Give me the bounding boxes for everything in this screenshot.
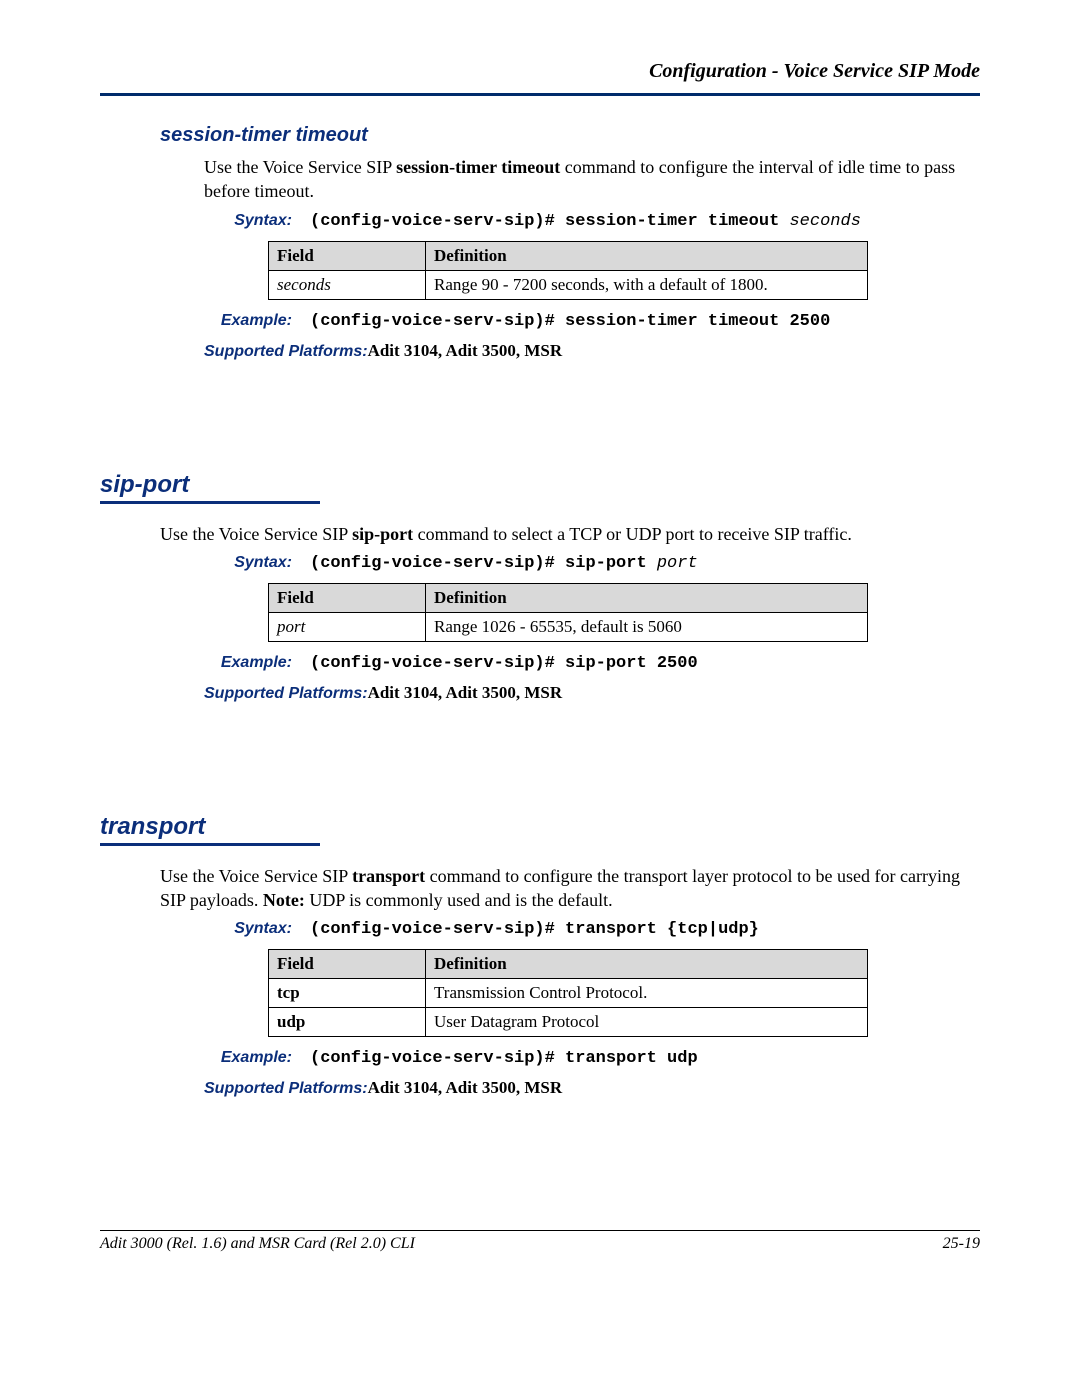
command-text: (config-voice-serv-sip)# session-timer t… xyxy=(310,212,789,231)
example-command: (config-voice-serv-sip)# sip-port 2500 xyxy=(310,654,698,673)
table-header-definition: Definition xyxy=(426,950,868,979)
section-title-sip-port: sip-port xyxy=(100,471,980,499)
platforms-value: Adit 3104, Adit 3500, MSR xyxy=(368,1078,563,1097)
table-header-definition: Definition xyxy=(426,241,868,270)
section-transport: transport Use the Voice Service SIP tran… xyxy=(100,813,980,1099)
table-row: tcp Transmission Control Protocol. xyxy=(269,979,868,1008)
sip-port-description: Use the Voice Service SIP sip-port comma… xyxy=(160,522,980,546)
table-header-field: Field xyxy=(269,583,426,612)
command-arg: port xyxy=(657,554,698,573)
platforms-label: Supported Platforms: xyxy=(204,685,368,703)
syntax-command: (config-voice-serv-sip)# sip-port port xyxy=(310,554,698,573)
subsection-title-session-timer: session-timer timeout xyxy=(160,124,980,147)
table-row: port Range 1026 - 65535, default is 5060 xyxy=(269,612,868,641)
example-label: Example: xyxy=(204,1049,292,1067)
page: Configuration - Voice Service SIP Mode s… xyxy=(0,0,1080,1297)
example-command: (config-voice-serv-sip)# transport udp xyxy=(310,1049,698,1068)
text-bold: session-timer timeout xyxy=(396,157,560,177)
field-definition-table: Field Definition tcp Transmission Contro… xyxy=(268,949,868,1037)
platforms-row: Supported Platforms: Adit 3104, Adit 350… xyxy=(204,683,980,703)
session-timer-description: Use the Voice Service SIP session-timer … xyxy=(204,155,980,204)
transport-description: Use the Voice Service SIP transport comm… xyxy=(160,864,980,913)
table-cell-definition: Transmission Control Protocol. xyxy=(426,979,868,1008)
platforms-row: Supported Platforms: Adit 3104, Adit 350… xyxy=(204,1078,980,1098)
platforms-row: Supported Platforms: Adit 3104, Adit 350… xyxy=(204,341,980,361)
note-label: Note: xyxy=(263,890,305,910)
example-row: Example: (config-voice-serv-sip)# sip-po… xyxy=(204,654,980,673)
example-row: Example: (config-voice-serv-sip)# transp… xyxy=(204,1049,980,1068)
text-bold: sip-port xyxy=(352,524,413,544)
footer-page-number: 25-19 xyxy=(943,1235,980,1253)
text-bold: transport xyxy=(352,866,425,886)
section-underline xyxy=(100,501,320,504)
page-footer: Adit 3000 (Rel. 1.6) and MSR Card (Rel 2… xyxy=(100,1230,980,1253)
syntax-row: Syntax: (config-voice-serv-sip)# session… xyxy=(204,212,980,231)
field-definition-table: Field Definition seconds Range 90 - 7200… xyxy=(268,241,868,300)
platforms-value: Adit 3104, Adit 3500, MSR xyxy=(368,683,563,702)
section-title-transport: transport xyxy=(100,813,980,841)
table-cell-definition: User Datagram Protocol xyxy=(426,1008,868,1037)
text: Use the Voice Service SIP xyxy=(160,524,352,544)
example-command: (config-voice-serv-sip)# session-timer t… xyxy=(310,312,830,331)
example-label: Example: xyxy=(204,654,292,672)
syntax-label: Syntax: xyxy=(204,212,292,230)
platforms-label: Supported Platforms: xyxy=(204,1080,368,1098)
table-cell-field: port xyxy=(269,612,426,641)
table-row: seconds Range 90 - 7200 seconds, with a … xyxy=(269,270,868,299)
example-row: Example: (config-voice-serv-sip)# sessio… xyxy=(204,312,980,331)
table-cell-field: udp xyxy=(269,1008,426,1037)
platforms-label: Supported Platforms: xyxy=(204,343,368,361)
table-cell-field: seconds xyxy=(269,270,426,299)
command-arg: seconds xyxy=(789,212,860,231)
field-definition-table: Field Definition port Range 1026 - 65535… xyxy=(268,583,868,642)
section-sip-port: sip-port Use the Voice Service SIP sip-p… xyxy=(100,471,980,703)
text: command to select a TCP or UDP port to r… xyxy=(413,524,852,544)
text: UDP is commonly used and is the default. xyxy=(305,890,613,910)
syntax-row: Syntax: (config-voice-serv-sip)# transpo… xyxy=(204,920,980,939)
syntax-row: Syntax: (config-voice-serv-sip)# sip-por… xyxy=(204,554,980,573)
syntax-command: (config-voice-serv-sip)# session-timer t… xyxy=(310,212,861,231)
platforms-value: Adit 3104, Adit 3500, MSR xyxy=(368,341,563,360)
page-header-title: Configuration - Voice Service SIP Mode xyxy=(100,60,980,83)
syntax-label: Syntax: xyxy=(204,554,292,572)
command-text: (config-voice-serv-sip)# sip-port xyxy=(310,554,657,573)
section-session-timer: session-timer timeout Use the Voice Serv… xyxy=(100,124,980,361)
syntax-label: Syntax: xyxy=(204,920,292,938)
table-cell-field: tcp xyxy=(269,979,426,1008)
table-header-field: Field xyxy=(269,241,426,270)
table-row: udp User Datagram Protocol xyxy=(269,1008,868,1037)
text: Use the Voice Service SIP xyxy=(160,866,352,886)
table-header-field: Field xyxy=(269,950,426,979)
text: Use the Voice Service SIP xyxy=(204,157,396,177)
header-rule xyxy=(100,93,980,96)
footer-left-text: Adit 3000 (Rel. 1.6) and MSR Card (Rel 2… xyxy=(100,1235,415,1253)
table-cell-definition: Range 90 - 7200 seconds, with a default … xyxy=(426,270,868,299)
syntax-command: (config-voice-serv-sip)# transport {tcp|… xyxy=(310,920,759,939)
example-label: Example: xyxy=(204,312,292,330)
table-header-definition: Definition xyxy=(426,583,868,612)
section-underline xyxy=(100,843,320,846)
table-cell-definition: Range 1026 - 65535, default is 5060 xyxy=(426,612,868,641)
